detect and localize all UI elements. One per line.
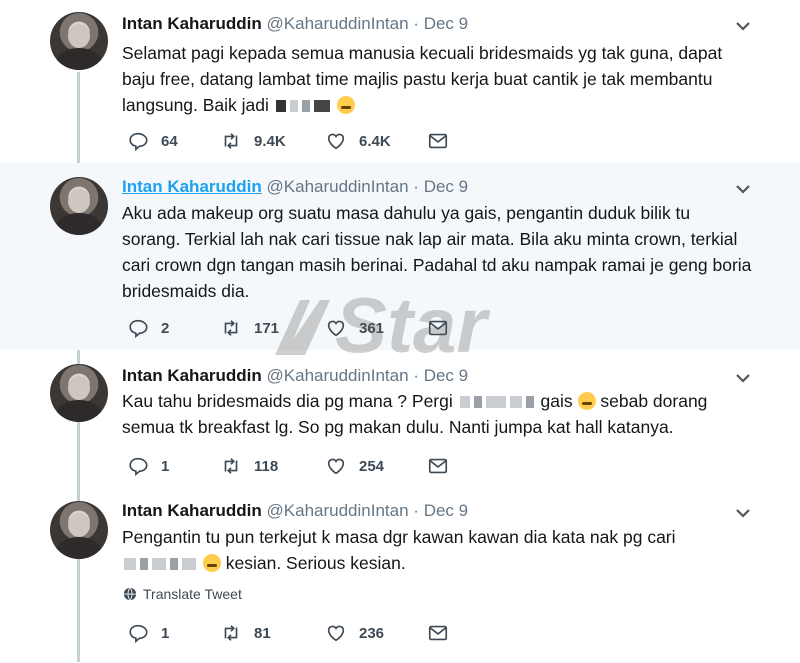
message-icon — [428, 133, 448, 149]
retweet-icon — [224, 320, 238, 336]
reply-count: 1 — [161, 457, 170, 475]
reply-count: 1 — [161, 624, 170, 642]
like-button[interactable]: 254 — [325, 455, 384, 477]
chevron-down-icon[interactable] — [733, 16, 753, 36]
author-name[interactable]: Intan Kaharuddin — [122, 366, 262, 385]
like-count: 236 — [359, 624, 385, 642]
tweet-4[interactable]: Intan Kaharuddin @KaharuddinIntan · Dec … — [0, 487, 800, 663]
like-icon — [327, 458, 345, 475]
like-count: 6.4K — [359, 132, 391, 150]
star-watermark: Star — [275, 281, 490, 369]
retweet-count: 118 — [254, 457, 279, 475]
avatar[interactable] — [50, 12, 108, 70]
tweet-text-line: langsung. Baik jadi — [122, 95, 269, 115]
message-icon — [428, 625, 448, 641]
chevron-down-icon[interactable] — [733, 179, 753, 199]
tweet-text-line: Kau tahu bridesmaids dia pg mana ? Pergi — [122, 391, 453, 411]
reply-icon — [129, 457, 148, 477]
tired-face-emoji-icon — [336, 96, 355, 114]
author-handle[interactable]: @KaharuddinIntan — [267, 177, 409, 196]
reply-button[interactable]: 2 — [127, 317, 169, 339]
author-name[interactable]: Intan Kaharuddin — [122, 14, 262, 33]
reply-count: 64 — [161, 132, 178, 150]
tweet-text-line: sorang. Terkial lah nak cari tissue nak … — [122, 229, 738, 249]
tweet-text-line: semua tk breakfast lg. So pg makan dulu.… — [122, 417, 674, 437]
reply-button[interactable]: 1 — [127, 455, 169, 477]
reply-button[interactable]: 1 — [127, 622, 169, 644]
separator: · — [413, 177, 419, 196]
retweet-icon — [224, 458, 238, 474]
message-icon — [428, 458, 448, 474]
like-button[interactable]: 6.4K — [325, 130, 391, 152]
avatar[interactable] — [50, 364, 108, 422]
message-button[interactable] — [427, 455, 449, 477]
crying-face-emoji-icon — [577, 392, 596, 410]
separator: · — [413, 501, 419, 520]
author-name[interactable]: Intan Kaharuddin — [122, 177, 262, 196]
tweet-3[interactable]: Intan Kaharuddin @KaharuddinIntan · Dec … — [0, 350, 800, 487]
author-handle[interactable]: @KaharuddinIntan — [267, 501, 409, 520]
reply-icon — [129, 319, 148, 339]
tweet-text-line: cari crown dgn tangan masih berinai. Pad… — [122, 255, 752, 275]
tweet-text-line: gais — [540, 391, 573, 411]
watermark-text: Star — [335, 281, 490, 369]
tweet-text-line: Selamat pagi kepada semua manusia kecual… — [122, 43, 723, 63]
chevron-down-icon[interactable] — [733, 503, 753, 523]
reply-count: 2 — [161, 319, 170, 337]
globe-icon — [123, 587, 137, 601]
tweet-text-line: sebab dorang — [600, 391, 708, 411]
retweet-count: 9.4K — [254, 132, 286, 150]
retweet-button[interactable]: 9.4K — [220, 130, 286, 152]
avatar[interactable] — [50, 177, 108, 235]
tweet-text-line: kesian. Serious kesian. — [225, 553, 406, 573]
reply-icon — [129, 624, 148, 644]
chevron-down-icon[interactable] — [733, 368, 753, 388]
reply-button[interactable]: 64 — [127, 130, 178, 152]
message-button[interactable] — [427, 130, 449, 152]
tweet-text: Pengantin tu pun terkejut k masa dgr kaw… — [122, 524, 762, 576]
retweet-count: 81 — [254, 624, 271, 642]
crying-face-emoji-icon — [202, 554, 221, 572]
avatar[interactable] — [50, 501, 108, 559]
tweet-text-line: baju free, datang lambat time majlis pas… — [122, 69, 713, 89]
tweet-text-line: Pengantin tu pun terkejut k masa dgr kaw… — [122, 527, 676, 547]
translate-tweet-link[interactable]: Translate Tweet — [123, 586, 242, 602]
tweet-date[interactable]: Dec 9 — [424, 177, 468, 196]
tweet-text: Selamat pagi kepada semua manusia kecual… — [122, 40, 762, 118]
reply-icon — [129, 132, 148, 152]
like-icon — [327, 625, 345, 642]
translate-label: Translate Tweet — [143, 586, 242, 602]
retweet-icon — [224, 625, 238, 641]
like-count: 254 — [359, 457, 385, 475]
separator: · — [413, 14, 419, 33]
retweet-button[interactable]: 118 — [220, 455, 278, 477]
tweet-text: Kau tahu bridesmaids dia pg mana ? Pergi… — [122, 388, 762, 440]
author-name[interactable]: Intan Kaharuddin — [122, 501, 262, 520]
tweet-date[interactable]: Dec 9 — [424, 14, 468, 33]
like-icon — [327, 133, 345, 150]
like-button[interactable]: 236 — [325, 622, 384, 644]
tweet-text-line: Aku ada makeup org suatu masa dahulu ya … — [122, 203, 691, 223]
tweet-date[interactable]: Dec 9 — [424, 501, 468, 520]
tweet-1[interactable]: Intan Kaharuddin @KaharuddinIntan · Dec … — [0, 0, 800, 163]
author-handle[interactable]: @KaharuddinIntan — [267, 14, 409, 33]
message-button[interactable] — [427, 622, 449, 644]
retweet-icon — [224, 133, 238, 149]
retweet-button[interactable]: 81 — [220, 622, 271, 644]
